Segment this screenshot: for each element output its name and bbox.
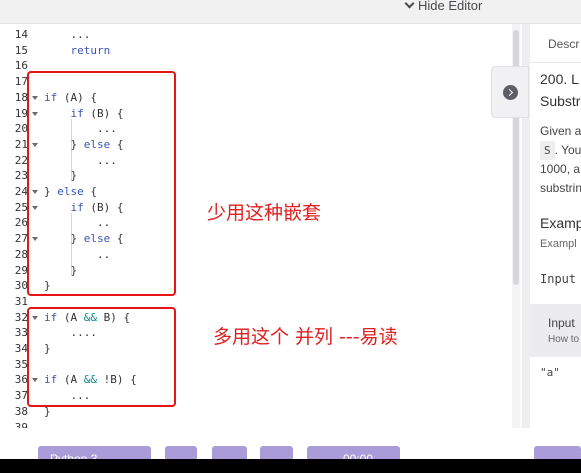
line-number: 22 [14, 153, 28, 167]
line-number: 19 [14, 106, 28, 120]
problem-title-line2: Substr [540, 93, 581, 109]
line-number: 39 [14, 420, 28, 429]
description-line: Given a [540, 124, 581, 138]
line-number: 24 [14, 185, 28, 198]
line-number: 38 [14, 404, 28, 418]
parallel-code-highlight [27, 307, 176, 407]
input-value: "a" [540, 366, 560, 379]
line-number: 25 [14, 200, 28, 214]
code-line[interactable]: 39 [0, 420, 522, 429]
chevron-down-icon [404, 0, 415, 9]
line-number: 27 [14, 232, 28, 246]
line-number: 16 [14, 59, 28, 73]
line-number: 14 [14, 28, 28, 41]
input-card-subtitle: How to [548, 334, 580, 345]
example-subheading: Exampl [540, 238, 577, 250]
problem-description: Given a S. You 1000, a substrin [540, 122, 581, 198]
inline-code: S [540, 141, 555, 160]
line-number: 36 [14, 373, 28, 387]
line-number: 20 [14, 122, 28, 136]
line-number: 35 [14, 357, 28, 371]
line-number: 28 [14, 247, 28, 261]
code-text: return [70, 43, 111, 57]
editor-topbar: Hide Editor [0, 0, 581, 24]
line-number: 18 [14, 90, 28, 104]
description-line: substrin [540, 181, 581, 195]
line-number: 21 [14, 137, 28, 151]
hide-editor-label: Hide Editor [418, 0, 483, 13]
line-number: 17 [14, 75, 28, 89]
line-number: 30 [14, 279, 28, 293]
description-text: . You [554, 143, 581, 157]
nested-annotation: 少用这种嵌套 [207, 202, 322, 224]
description-line: S. You [540, 141, 581, 160]
input-card-title: Input [548, 316, 575, 330]
screen-edge [0, 459, 581, 473]
nested-code-highlight [27, 71, 176, 296]
line-number: 29 [14, 263, 28, 277]
code-line[interactable]: 15 return [0, 43, 522, 59]
description-line: 1000, a [540, 162, 581, 176]
tab-description[interactable]: Descr [548, 37, 579, 51]
line-number: 33 [14, 326, 28, 340]
input-help-card[interactable]: Input How to [530, 304, 581, 357]
hide-editor-button[interactable]: Hide Editor [404, 0, 483, 13]
line-number: 37 [14, 389, 28, 403]
line-number: 31 [14, 294, 28, 308]
line-number: 26 [14, 216, 28, 230]
line-number: 15 [14, 43, 28, 57]
collapse-panel-button[interactable] [491, 66, 529, 118]
problem-title-line1: 200. L [540, 71, 579, 87]
tab-divider [530, 62, 581, 63]
input-label: Input [540, 272, 577, 286]
problem-title: 200. L Substr [540, 68, 580, 112]
example-heading: Examp [540, 215, 581, 231]
description-panel: Descr 200. L Substr Given a S. You 1000,… [530, 24, 581, 428]
code-line[interactable]: 14 ... [0, 27, 522, 43]
line-number: 32 [14, 310, 28, 324]
parallel-annotation: 多用这个 并列 ---易读 [213, 326, 398, 348]
chevron-right-icon [503, 85, 518, 100]
code-text: ... [44, 28, 91, 41]
line-number: 23 [14, 169, 28, 183]
line-number: 34 [14, 342, 28, 355]
